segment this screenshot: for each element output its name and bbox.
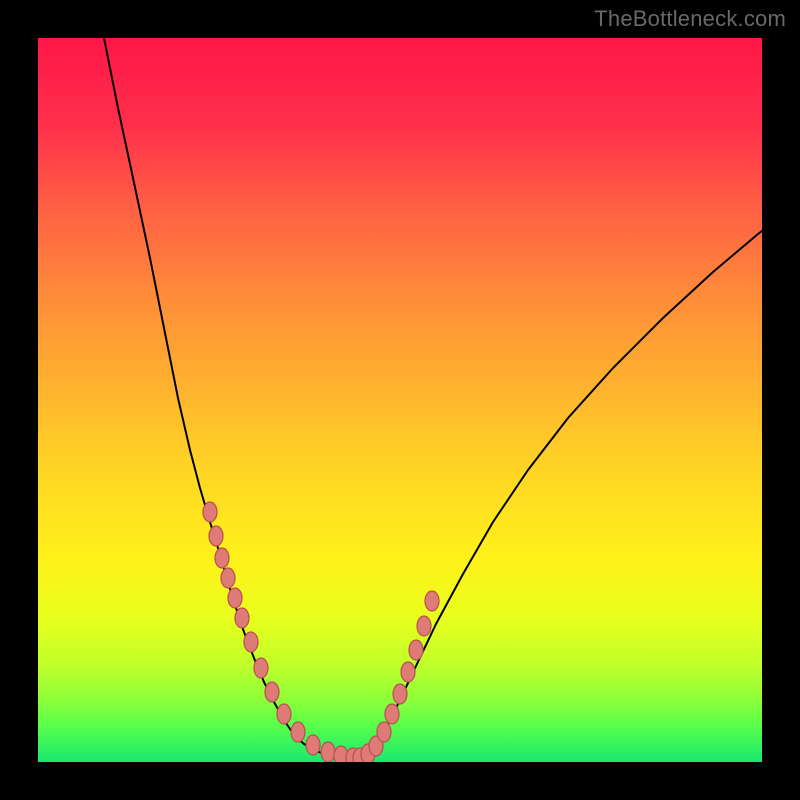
marker-dot <box>409 640 423 660</box>
marker-dot <box>277 704 291 724</box>
marker-dot <box>377 722 391 742</box>
marker-dot <box>291 722 305 742</box>
marker-dot <box>254 658 268 678</box>
marker-dot <box>425 591 439 611</box>
watermark-text: TheBottleneck.com <box>594 6 786 32</box>
marker-dot <box>235 608 249 628</box>
marker-dot <box>306 735 320 755</box>
marker-dot <box>265 682 279 702</box>
marker-dot <box>417 616 431 636</box>
marker-group-right <box>353 591 439 762</box>
marker-dot <box>209 526 223 546</box>
chart-frame: TheBottleneck.com <box>0 0 800 800</box>
marker-dot <box>385 704 399 724</box>
marker-dot <box>203 502 217 522</box>
marker-dot <box>228 588 242 608</box>
plot-area <box>38 38 762 762</box>
marker-dot <box>221 568 235 588</box>
marker-dot <box>244 632 258 652</box>
marker-dot <box>401 662 415 682</box>
marker-group-left <box>203 502 360 762</box>
chart-svg <box>38 38 762 762</box>
marker-dot <box>321 742 335 762</box>
marker-dot <box>393 684 407 704</box>
marker-dot <box>215 548 229 568</box>
curve-left-branch <box>104 38 304 744</box>
